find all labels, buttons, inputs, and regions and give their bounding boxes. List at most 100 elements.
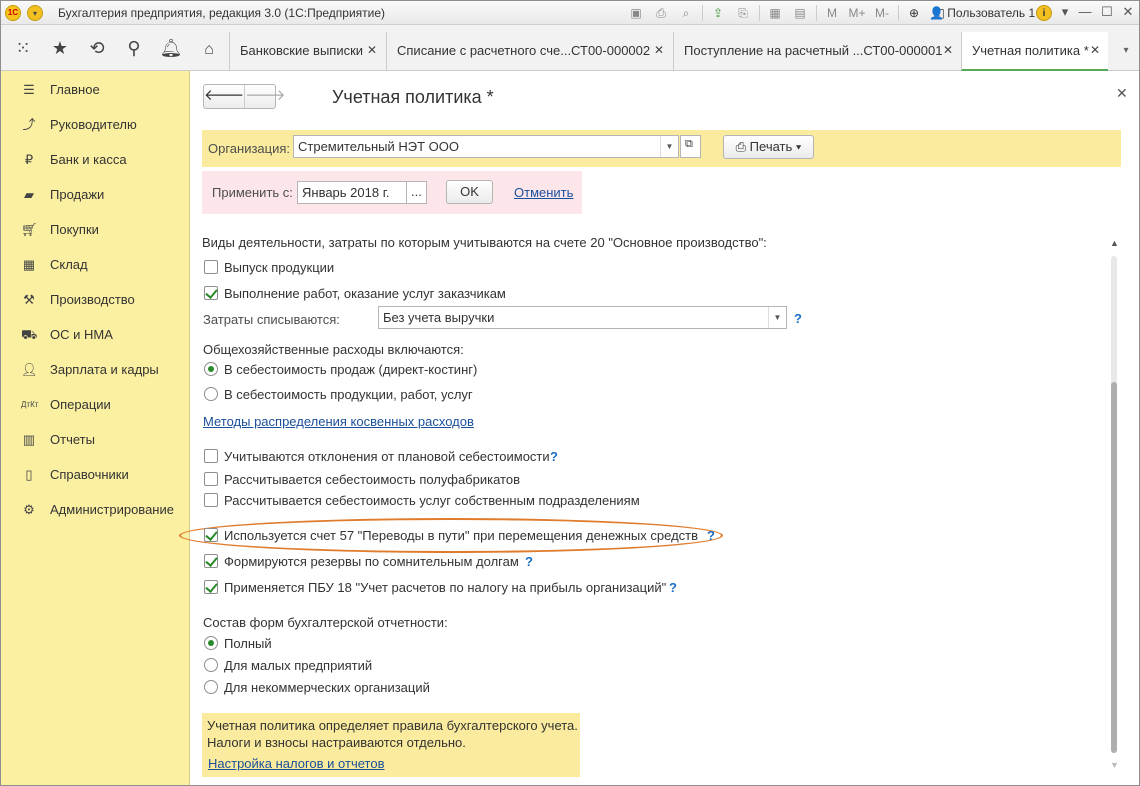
help-icon[interactable]: ? — [794, 311, 802, 326]
org-field[interactable]: Стремительный НЭТ ООО ▼ — [293, 135, 679, 158]
chevron-down-icon[interactable]: ▼ — [768, 307, 786, 328]
current-user-label: Пользователь 1 — [947, 6, 1036, 20]
current-user[interactable]: 👤 Пользователь 1 — [929, 6, 1035, 20]
close-tab-icon[interactable]: ✕ — [943, 43, 953, 57]
print-icon[interactable]: ⎙ — [652, 5, 670, 21]
sidebar-item-main[interactable]: ☰ Главное — [1, 77, 190, 103]
maximize-icon[interactable]: ☐ — [1097, 4, 1117, 20]
calendar-icon[interactable]: ▤ — [791, 5, 809, 21]
sidebar-item-admin[interactable]: ⚙ Администрирование — [1, 497, 190, 523]
costs-value: Без учета выручки — [383, 310, 495, 325]
search-icon[interactable]: ⚲ — [121, 35, 147, 61]
sidebar-item-operations[interactable]: ДтКт Операции — [1, 392, 190, 418]
cancel-link[interactable]: Отменить — [514, 185, 573, 200]
scroll-up-icon[interactable]: ▲ — [1110, 238, 1119, 248]
sidebar-item-label: ОС и НМА — [50, 327, 113, 342]
memory-mplus-icon[interactable]: M+ — [848, 5, 866, 21]
print-button[interactable]: ⎙ Печать ▾ — [723, 135, 814, 159]
deviation-checkbox[interactable] — [204, 449, 218, 463]
memory-mminus-icon[interactable]: M- — [873, 5, 891, 21]
chevron-down-icon[interactable]: ▾ — [1055, 4, 1075, 20]
zoom-icon[interactable]: ⊕ — [905, 5, 923, 21]
tab-receipt[interactable]: Поступление на расчетный ...СТ00-000001 … — [673, 32, 961, 71]
tab-accounting-policy[interactable]: Учетная политика * ✕ — [961, 32, 1108, 71]
upload-icon[interactable]: ⇪ — [709, 5, 727, 21]
ok-button[interactable]: OK — [446, 180, 493, 204]
sidebar-item-warehouse[interactable]: ▦ Склад — [1, 252, 190, 278]
close-icon[interactable]: ✕ — [1118, 4, 1138, 20]
hint-line2: Налоги и взносы настраиваются отдельно. — [207, 735, 466, 750]
sidebar-item-label: Производство — [50, 292, 135, 307]
tab-label: Банковские выписки — [240, 43, 364, 58]
semi-products-checkbox[interactable] — [204, 472, 218, 486]
sidebar-item-assets[interactable]: ⛟ ОС и НМА — [1, 322, 190, 348]
chevron-down-icon[interactable]: ▼ — [660, 136, 678, 157]
sidebar-item-label: Главное — [50, 82, 100, 97]
tax-settings-link[interactable]: Настройка налогов и отчетов — [208, 756, 384, 771]
reserves-checkbox[interactable] — [204, 554, 218, 568]
nav-bar: ⁙ ★ ⟲ ⚲ 🔔︎ ⌂ Банковские выписки ✕ Списан… — [1, 25, 1139, 71]
sidebar-item-director[interactable]: ⤴ Руководителю — [1, 112, 190, 138]
full-radio[interactable] — [204, 636, 218, 650]
title-bar: 1С ▾ Бухгалтерия предприятия, редакция 3… — [1, 1, 1139, 25]
sidebar-item-production[interactable]: ⚒ Производство — [1, 287, 190, 313]
scrollbar-thumb[interactable] — [1111, 382, 1117, 753]
output-checkbox[interactable] — [204, 260, 218, 274]
sidebar-item-bank[interactable]: ₽ Банк и касса — [1, 147, 190, 173]
close-form-icon[interactable]: ✕ — [1116, 85, 1128, 102]
close-tab-icon[interactable]: ✕ — [367, 43, 377, 57]
sidebar-item-salary[interactable]: 👤︎ Зарплата и кадры — [1, 357, 190, 383]
home-icon[interactable]: ⌂ — [194, 37, 224, 63]
close-tab-icon[interactable]: ✕ — [1090, 43, 1100, 57]
forward-arrow-icon[interactable]: 🡒 — [244, 85, 285, 108]
sidebar-item-label: Банк и касса — [50, 152, 127, 167]
sidebar-item-label: Руководителю — [50, 117, 137, 132]
small-business-radio[interactable] — [204, 658, 218, 672]
methods-link[interactable]: Методы распределения косвенных расходов — [203, 414, 474, 429]
info-icon[interactable]: i — [1036, 5, 1052, 21]
tab-bank-statements[interactable]: Банковские выписки ✕ — [229, 32, 385, 71]
help-icon[interactable]: ? — [707, 528, 715, 543]
account57-checkbox[interactable] — [204, 528, 218, 542]
sidebar-item-purchases[interactable]: 🛒︎ Покупки — [1, 217, 190, 243]
own-services-checkbox[interactable] — [204, 493, 218, 507]
tabs-menu-icon[interactable]: ▾ — [1119, 45, 1133, 59]
sidebar-item-label: Продажи — [50, 187, 105, 202]
main-menu-button[interactable]: ▾ — [27, 5, 43, 21]
apply-date-field[interactable]: Январь 2018 г. — [297, 181, 407, 204]
apps-grid-icon[interactable]: ⁙ — [10, 35, 36, 61]
help-icon[interactable]: ? — [550, 449, 558, 464]
tab-writeoff[interactable]: Списание с расчетного сче...СТ00-000002 … — [386, 32, 672, 71]
minimize-icon[interactable]: — — [1075, 4, 1095, 19]
bell-icon[interactable]: 🔔︎ — [158, 35, 184, 61]
sidebar-item-label: Отчеты — [50, 432, 95, 447]
sidebar-item-catalogs[interactable]: ▯ Справочники — [1, 462, 190, 488]
history-icon[interactable]: ⟲ — [84, 35, 110, 61]
preview-icon[interactable]: ⌕ — [677, 5, 695, 21]
help-icon[interactable]: ? — [525, 554, 533, 569]
calculator-icon[interactable]: ▦ — [766, 5, 784, 21]
choose-date-button[interactable]: ... — [406, 181, 427, 204]
save-icon[interactable]: ▣ — [627, 5, 645, 21]
scroll-down-icon[interactable]: ▼ — [1110, 760, 1119, 770]
sidebar: ☰ Главное ⤴ Руководителю ₽ Банк и касса ▰ Пр… — [1, 71, 190, 785]
nonprofit-radio[interactable] — [204, 680, 218, 694]
tab-label: Учетная политика * — [972, 43, 1089, 58]
star-icon[interactable]: ★ — [47, 35, 73, 61]
works-label: Выполнение работ, оказание услуг заказчи… — [224, 286, 506, 301]
printer2-icon[interactable]: ⎘ — [734, 5, 752, 21]
works-checkbox[interactable] — [204, 286, 218, 300]
sidebar-item-label: Справочники — [50, 467, 129, 482]
memory-m-icon[interactable]: M — [823, 5, 841, 21]
sidebar-item-reports[interactable]: ▥ Отчеты — [1, 427, 190, 453]
sales-radio[interactable] — [204, 362, 218, 376]
costs-field[interactable]: Без учета выручки ▼ — [378, 306, 787, 329]
close-tab-icon[interactable]: ✕ — [654, 43, 664, 57]
sidebar-item-sales[interactable]: ▰ Продажи — [1, 182, 190, 208]
pbu18-checkbox[interactable] — [204, 580, 218, 594]
products-radio[interactable] — [204, 387, 218, 401]
help-icon[interactable]: ? — [669, 580, 677, 595]
overhead-header: Общехозяйственные расходы включаются: — [203, 342, 464, 357]
back-arrow-icon[interactable]: 🡐 — [204, 85, 244, 108]
open-org-icon[interactable]: ⧉ — [680, 135, 701, 158]
